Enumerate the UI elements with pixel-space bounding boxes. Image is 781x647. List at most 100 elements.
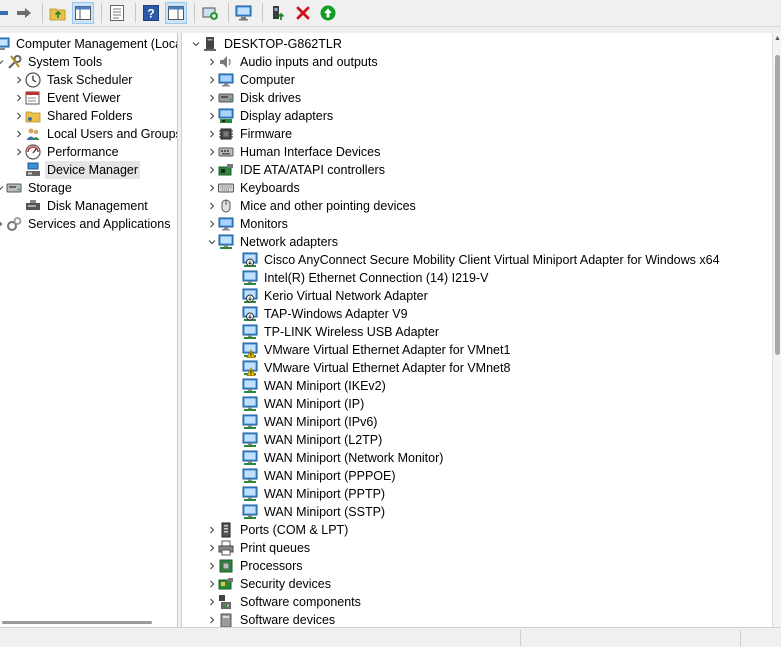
device-category-ide-ata-atapi-controllers[interactable]: IDE ATA/ATAPI controllers xyxy=(206,161,387,179)
network-adapter-icon xyxy=(242,468,258,484)
chevron-right-icon[interactable] xyxy=(206,611,218,627)
chevron-down-icon[interactable] xyxy=(206,233,218,251)
chevron-right-icon[interactable] xyxy=(206,161,218,179)
network-adapter-item[interactable]: Cisco AnyConnect Secure Mobility Client … xyxy=(242,251,722,269)
tree-node-label: Storage xyxy=(28,181,72,195)
chevron-right-icon[interactable] xyxy=(13,89,25,107)
chevron-right-icon[interactable] xyxy=(206,53,218,71)
network-adapter-item[interactable]: TAP-Windows Adapter V9 xyxy=(242,305,410,323)
tree-node-local-users-and-groups[interactable]: Local Users and Groups xyxy=(13,125,177,143)
chevron-right-icon[interactable] xyxy=(206,593,218,611)
network-adapter-item[interactable]: WAN Miniport (SSTP) xyxy=(242,503,387,521)
device-category-label: Display adapters xyxy=(240,109,334,123)
properties-button[interactable] xyxy=(106,2,128,24)
chevron-right-icon[interactable] xyxy=(206,215,218,233)
device-category-keyboards[interactable]: Keyboards xyxy=(206,179,302,197)
network-adapter-item[interactable]: Intel(R) Ethernet Connection (14) I219-V xyxy=(242,269,490,287)
toolbar-separator xyxy=(42,3,43,23)
device-tree-root[interactable]: DESKTOP-G862TLR xyxy=(190,35,344,53)
chevron-right-icon[interactable] xyxy=(13,143,25,161)
chevron-right-icon[interactable] xyxy=(206,71,218,89)
svg-text:?: ? xyxy=(147,7,154,21)
device-category-monitors[interactable]: Monitors xyxy=(206,215,290,233)
chevron-down-icon[interactable] xyxy=(190,35,202,53)
scroll-up-arrow-icon[interactable]: ▲ xyxy=(774,35,781,43)
show-hide-console-tree-button[interactable] xyxy=(72,2,94,24)
tree-node-performance[interactable]: Performance xyxy=(13,143,121,161)
chevron-right-icon[interactable] xyxy=(206,107,218,125)
up-one-level-button[interactable] xyxy=(47,2,69,24)
tree-node-label: Disk Management xyxy=(47,199,148,213)
update-driver-button[interactable] xyxy=(199,2,221,24)
network-adapter-item[interactable]: WAN Miniport (PPTP) xyxy=(242,485,387,503)
tree-node-services-and-applications[interactable]: Services and Applications xyxy=(0,215,172,233)
tree-node-event-viewer[interactable]: Event Viewer xyxy=(13,89,122,107)
device-category-firmware[interactable]: Firmware xyxy=(206,125,294,143)
chevron-right-icon[interactable] xyxy=(206,539,218,557)
chevron-right-icon[interactable] xyxy=(206,575,218,593)
network-adapter-item[interactable]: WAN Miniport (L2TP) xyxy=(242,431,384,449)
device-category-label: Security devices xyxy=(240,577,332,591)
device-category-label: Computer xyxy=(240,73,295,87)
chevron-right-icon[interactable] xyxy=(13,71,25,89)
device-category-ports-com-lpt[interactable]: Ports (COM & LPT) xyxy=(206,521,350,539)
device-tree-pane: DESKTOP-G862TLR Audio inputs and outputs… xyxy=(181,33,772,627)
network-adapter-warning-icon xyxy=(242,360,258,376)
horizontal-scrollbar[interactable] xyxy=(0,618,177,627)
network-adapter-item[interactable]: WAN Miniport (IP) xyxy=(242,395,366,413)
chevron-right-icon[interactable] xyxy=(206,143,218,161)
device-category-display-adapters[interactable]: Display adapters xyxy=(206,107,335,125)
chevron-right-icon[interactable] xyxy=(206,179,218,197)
tree-node-task-scheduler[interactable]: Task Scheduler xyxy=(13,71,134,89)
chevron-right-icon[interactable] xyxy=(206,89,218,107)
network-adapter-item[interactable]: TP-LINK Wireless USB Adapter xyxy=(242,323,441,341)
chevron-right-icon[interactable] xyxy=(206,521,218,539)
uninstall-device-button[interactable] xyxy=(292,2,314,24)
scrollbar-thumb[interactable] xyxy=(2,621,152,624)
back-button[interactable] xyxy=(0,2,10,24)
tree-node-device-manager[interactable]: Device Manager xyxy=(25,161,141,179)
device-category-mice-and-other-pointing-devices[interactable]: Mice and other pointing devices xyxy=(206,197,418,215)
scan-hardware-button[interactable] xyxy=(233,2,255,24)
device-category-software-devices[interactable]: Software devices xyxy=(206,611,337,627)
tree-node-system-tools[interactable]: System Tools xyxy=(0,53,104,71)
update-button[interactable] xyxy=(317,2,339,24)
tree-node-shared-folders[interactable]: Shared Folders xyxy=(13,107,134,125)
status-bar xyxy=(0,627,781,647)
device-category-audio-inputs-and-outputs[interactable]: Audio inputs and outputs xyxy=(206,53,380,71)
network-adapter-item[interactable]: Kerio Virtual Network Adapter xyxy=(242,287,430,305)
chevron-right-icon[interactable] xyxy=(206,557,218,575)
device-category-human-interface-devices[interactable]: Human Interface Devices xyxy=(206,143,382,161)
chevron-right-icon[interactable] xyxy=(13,107,25,125)
device-category-security-devices[interactable]: Security devices xyxy=(206,575,333,593)
device-category-network-adapters[interactable]: Network adapters xyxy=(206,233,340,251)
device-category-processors[interactable]: Processors xyxy=(206,557,305,575)
network-adapter-item[interactable]: WAN Miniport (PPPOE) xyxy=(242,467,398,485)
chevron-right-icon[interactable] xyxy=(206,125,218,143)
network-adapter-item[interactable]: WAN Miniport (Network Monitor) xyxy=(242,449,445,467)
clock-icon xyxy=(25,72,41,88)
chevron-right-icon[interactable] xyxy=(13,125,25,143)
tree-node-computer-management[interactable]: Computer Management (Local xyxy=(0,35,177,53)
network-adapter-item[interactable]: WAN Miniport (IKEv2) xyxy=(242,377,388,395)
scan-hardware-icon xyxy=(235,5,252,21)
network-adapter-item[interactable]: VMware Virtual Ethernet Adapter for VMne… xyxy=(242,341,512,359)
device-category-computer[interactable]: Computer xyxy=(206,71,297,89)
device-category-software-components[interactable]: Software components xyxy=(206,593,363,611)
tree-node-storage[interactable]: Storage xyxy=(0,179,74,197)
enable-device-button[interactable] xyxy=(267,2,289,24)
network-adapter-item[interactable]: WAN Miniport (IPv6) xyxy=(242,413,379,431)
forward-button[interactable] xyxy=(13,2,35,24)
network-adapter-disabled-icon xyxy=(242,306,258,322)
chevron-right-icon[interactable] xyxy=(206,197,218,215)
network-adapter-icon xyxy=(242,396,258,412)
device-category-disk-drives[interactable]: Disk drives xyxy=(206,89,303,107)
help-button[interactable]: ? xyxy=(140,2,162,24)
disk-management-icon xyxy=(25,198,41,214)
show-action-pane-button[interactable] xyxy=(165,2,187,24)
vertical-scrollbar[interactable]: ▲ xyxy=(772,33,781,627)
tree-node-disk-management[interactable]: Disk Management xyxy=(25,197,150,215)
scrollbar-thumb[interactable] xyxy=(775,55,780,355)
device-category-print-queues[interactable]: Print queues xyxy=(206,539,312,557)
network-adapter-item[interactable]: VMware Virtual Ethernet Adapter for VMne… xyxy=(242,359,512,377)
